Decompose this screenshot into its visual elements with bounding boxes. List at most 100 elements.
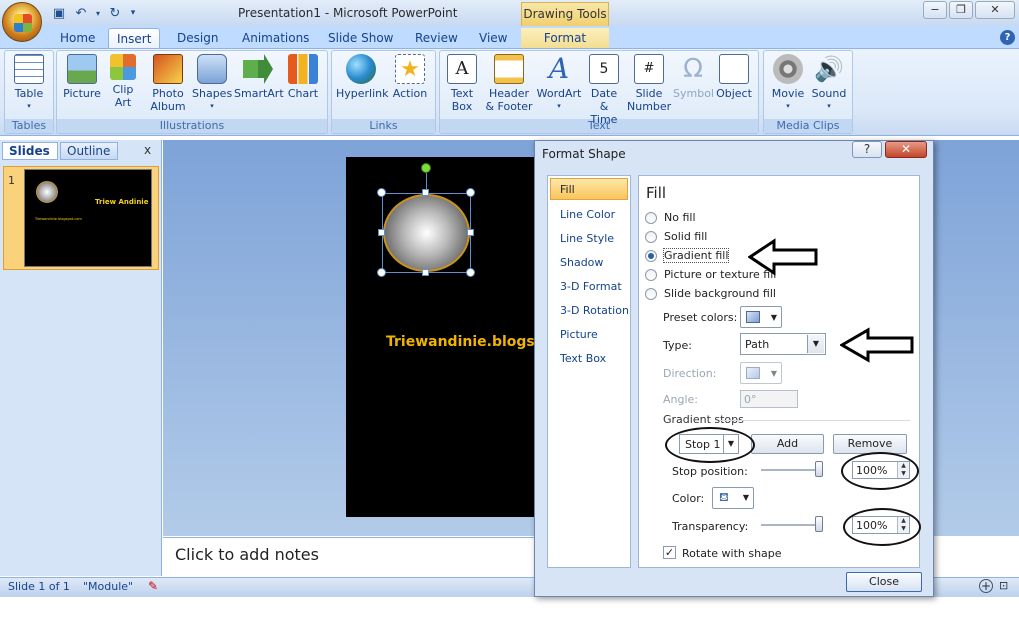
nav-text-box[interactable]: Text Box	[560, 352, 606, 365]
direction-dropdown[interactable]: ▼	[740, 362, 782, 384]
tab-format[interactable]: Format	[521, 28, 609, 48]
movie-button[interactable]: Movie ▾	[769, 54, 807, 113]
nav-line-color[interactable]: Line Color	[560, 208, 615, 221]
tab-slides[interactable]: Slides	[2, 142, 58, 160]
remove-stop-button[interactable]: Remove	[833, 434, 907, 454]
zoom-in-icon[interactable]: +	[979, 579, 993, 593]
background-fill-label[interactable]: Slide background fill	[664, 287, 776, 300]
photo-album-label-2: Album	[150, 100, 186, 113]
wordart-button[interactable]: A WordArt ▾	[536, 54, 582, 113]
close-window-icon[interactable]: ✕	[975, 1, 1015, 19]
undo-dropdown-icon[interactable]: ▾	[94, 4, 102, 22]
gradient-fill-label[interactable]: Gradient fill	[662, 248, 730, 263]
resize-handle-ml[interactable]	[378, 229, 385, 236]
solid-fill-label[interactable]: Solid fill	[664, 230, 707, 243]
radio-solid-fill[interactable]	[645, 231, 657, 243]
customize-qat-icon[interactable]: ▾	[128, 4, 138, 22]
tab-slide-show[interactable]: Slide Show	[320, 28, 401, 48]
rotate-with-shape-checkbox[interactable]: ✓	[663, 546, 676, 559]
fit-slide-icon[interactable]: ⊡	[999, 579, 1013, 593]
hyperlink-button[interactable]: Hyperlink	[336, 54, 389, 100]
tab-view[interactable]: View	[471, 28, 515, 48]
notes-placeholder[interactable]: Click to add notes	[175, 545, 319, 564]
text-box-button[interactable]: A Text Box	[445, 54, 479, 113]
dialog-close-icon[interactable]: ✕	[885, 141, 927, 158]
sound-button[interactable]: 🔊 Sound ▾	[810, 54, 848, 113]
close-button[interactable]: Close	[846, 572, 922, 592]
tab-insert[interactable]: Insert	[108, 28, 161, 48]
clip-art-button[interactable]: Clip Art	[108, 54, 138, 109]
shapes-button[interactable]: Shapes ▾	[192, 54, 232, 113]
date-time-button[interactable]: 5 Date & Time	[585, 54, 623, 126]
help-icon[interactable]: ?	[1000, 30, 1015, 45]
stop-position-slider-thumb[interactable]	[815, 461, 823, 477]
tab-animations[interactable]: Animations	[234, 28, 317, 48]
transparency-slider[interactable]	[761, 524, 823, 526]
preset-swatch-icon	[746, 311, 760, 323]
resize-handle-bm[interactable]	[422, 269, 429, 276]
header-footer-button[interactable]: Header & Footer	[484, 54, 534, 113]
smartart-button[interactable]: SmartArt	[234, 54, 284, 100]
slide-thumbnail[interactable]: Triew Andinie Triewandinie.blogspot.com	[24, 169, 152, 267]
annotation-ellipse	[665, 427, 755, 463]
no-fill-label[interactable]: No fill	[664, 211, 696, 224]
minimize-icon[interactable]: −	[923, 1, 947, 19]
preset-colors-dropdown[interactable]: ▼	[740, 306, 782, 328]
fill-heading: Fill	[646, 184, 667, 202]
undo-icon[interactable]: ↶	[72, 4, 90, 22]
office-button[interactable]	[2, 2, 42, 42]
spell-check-icon[interactable]: ✎	[148, 579, 164, 593]
tab-home[interactable]: Home	[52, 28, 103, 48]
smartart-label: SmartArt	[234, 87, 284, 100]
resize-handle-tl[interactable]	[377, 188, 386, 197]
transparency-slider-thumb[interactable]	[815, 516, 823, 532]
rotation-handle[interactable]	[421, 163, 431, 173]
wordart-icon: A	[548, 52, 570, 85]
type-dropdown-arrow-icon[interactable]: ▼	[807, 335, 824, 353]
restore-icon[interactable]: ❐	[949, 1, 973, 19]
object-button[interactable]: Object	[715, 54, 753, 100]
radio-gradient-fill[interactable]	[645, 250, 657, 262]
nav-fill[interactable]: Fill	[550, 178, 628, 200]
resize-handle-br[interactable]	[466, 268, 475, 277]
panel-close-icon[interactable]: x	[144, 143, 151, 157]
stop-position-slider[interactable]	[761, 469, 823, 471]
add-stop-button[interactable]: Add	[751, 434, 824, 454]
group-tables-label: Tables	[5, 119, 53, 133]
resize-handle-tr[interactable]	[466, 188, 475, 197]
annotation-arrow-icon	[840, 327, 914, 363]
nav-line-style[interactable]: Line Style	[560, 232, 614, 245]
photo-album-button[interactable]: Photo Album	[146, 54, 190, 113]
omega-icon: Ω	[683, 54, 703, 84]
save-icon[interactable]: ▣	[50, 4, 68, 22]
table-button[interactable]: Table ▾	[10, 54, 48, 113]
tab-review[interactable]: Review	[407, 28, 466, 48]
color-picker-button[interactable]: ⛾ ▼	[712, 487, 754, 509]
angle-label: Angle:	[663, 393, 699, 406]
angle-input[interactable]: 0°	[740, 390, 798, 408]
tab-design[interactable]: Design	[169, 28, 226, 48]
resize-handle-tm[interactable]	[422, 189, 429, 196]
dialog-help-icon[interactable]: ?	[852, 141, 882, 158]
nav-3d-rotation[interactable]: 3-D Rotation	[560, 304, 629, 317]
symbol-button[interactable]: Ω Symbol	[673, 54, 714, 100]
slide-number-button[interactable]: # Slide Number	[627, 54, 671, 113]
redo-icon[interactable]: ↻	[106, 4, 124, 22]
gradient-circle-shape[interactable]	[382, 193, 471, 273]
nav-picture[interactable]: Picture	[560, 328, 598, 341]
type-label: Type:	[663, 339, 692, 352]
chart-button[interactable]: Chart	[285, 54, 321, 100]
nav-3d-format[interactable]: 3-D Format	[560, 280, 622, 293]
radio-picture-fill[interactable]	[645, 269, 657, 281]
slide-text[interactable]: Triewandinie.blogspot.com	[386, 334, 536, 350]
action-button[interactable]: ★ Action	[390, 54, 430, 100]
tab-outline[interactable]: Outline	[60, 142, 118, 160]
nav-shadow[interactable]: Shadow	[560, 256, 603, 269]
resize-handle-bl[interactable]	[377, 268, 386, 277]
rotate-with-shape-label[interactable]: Rotate with shape	[682, 547, 782, 560]
resize-handle-mr[interactable]	[467, 229, 474, 236]
picture-button[interactable]: Picture	[62, 54, 102, 100]
annotation-arrow-icon	[748, 238, 818, 276]
radio-no-fill[interactable]	[645, 212, 657, 224]
radio-background-fill[interactable]	[645, 288, 657, 300]
